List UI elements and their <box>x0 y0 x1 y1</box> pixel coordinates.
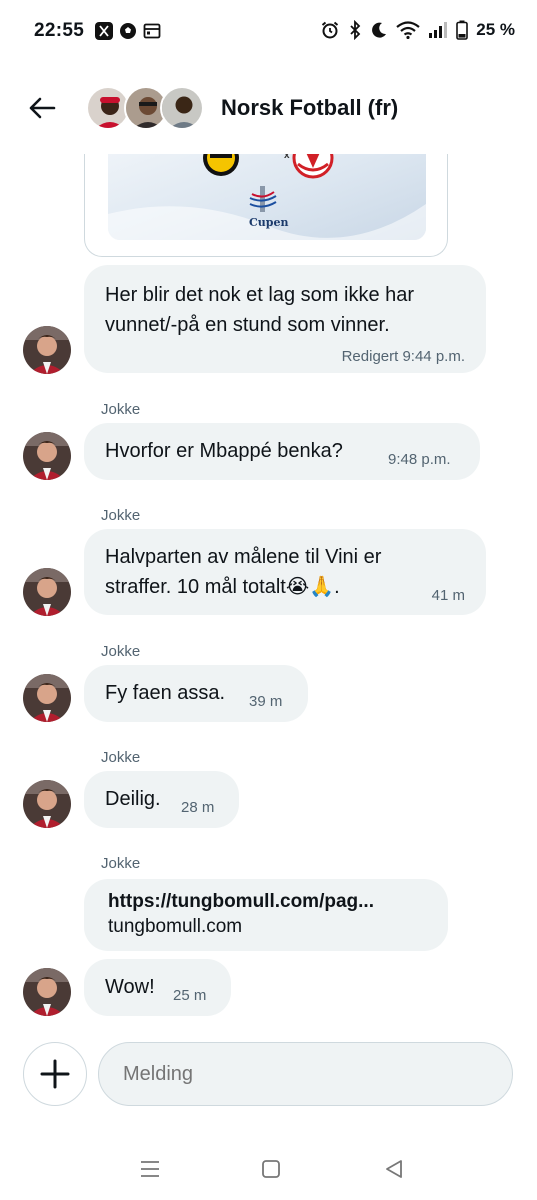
back-nav-button[interactable] <box>379 1154 409 1184</box>
arrow-left-icon <box>29 97 56 119</box>
cupen-trophy-icon <box>249 186 277 212</box>
battery-icon <box>456 20 469 40</box>
sender-avatar[interactable] <box>23 568 71 616</box>
back-button[interactable] <box>22 88 62 128</box>
member-avatar <box>160 86 204 130</box>
message-text: Fy faen assa. <box>105 682 226 704</box>
message-bubble[interactable]: Deilig. 28 m <box>84 771 239 828</box>
message-text: Deilig. <box>105 788 161 810</box>
versus-text: x <box>284 154 290 161</box>
card-image: x Cupen <box>108 154 426 240</box>
sender-avatar[interactable] <box>23 432 71 480</box>
sender-avatar[interactable] <box>23 780 71 828</box>
message-text: Halvparten av målene til Vini er straffe… <box>105 546 382 598</box>
message-bubble[interactable]: Her blir det nok et lag som ikke har vun… <box>84 265 486 373</box>
cupen-logo-text: Cupen <box>249 216 289 229</box>
sender-avatar[interactable] <box>23 326 71 374</box>
add-media-button[interactable] <box>23 1042 87 1106</box>
x-logo-icon <box>95 22 113 40</box>
message-text: Hvorfor er Mbappé benka? <box>105 440 343 462</box>
system-nav-bar <box>0 1140 537 1200</box>
sender-avatar[interactable] <box>23 674 71 722</box>
message-text: Wow! <box>105 976 155 998</box>
group-avatars[interactable] <box>86 86 204 132</box>
plus-icon <box>40 1059 70 1089</box>
link-preview-bubble[interactable]: https://tungbomull.com/pag... tungbomull… <box>84 879 448 951</box>
message-bubble[interactable]: Halvparten av målene til Vini er straffe… <box>84 529 486 615</box>
conversation-header: Norsk Fotball (fr) <box>0 62 537 154</box>
kfum-logo-icon <box>292 154 334 179</box>
calendar-icon <box>143 22 161 40</box>
status-bar: 22:55 25 % <box>0 0 537 62</box>
message-bubble[interactable]: Fy faen assa. 39 m <box>84 665 308 722</box>
message-time: Redigert 9:44 p.m. <box>341 348 465 365</box>
message-input[interactable] <box>98 1042 513 1106</box>
link-domain: tungbomull.com <box>108 916 243 937</box>
home-square-icon <box>262 1160 280 1178</box>
message-time: 41 m <box>431 587 465 604</box>
message-time: 9:48 p.m. <box>388 451 451 468</box>
status-time: 22:55 <box>34 20 85 41</box>
sender-name: Jokke <box>101 855 141 872</box>
bluetooth-icon <box>348 20 362 40</box>
message-bubble[interactable]: Hvorfor er Mbappé benka? 9:48 p.m. <box>84 423 480 480</box>
wifi-icon <box>396 21 420 39</box>
message-time: 39 m <box>249 693 283 710</box>
conversation-title[interactable]: Norsk Fotball (fr) <box>221 95 398 121</box>
sender-avatar[interactable] <box>23 968 71 1016</box>
moon-icon <box>370 21 388 39</box>
recent-apps-button[interactable] <box>135 1154 165 1184</box>
alarm-icon <box>320 20 340 40</box>
battery-percent: 25 % <box>476 20 515 39</box>
message-bubble[interactable]: Wow! 25 m <box>84 959 231 1016</box>
message-time: 28 m <box>181 799 215 816</box>
link-url[interactable]: https://tungbomull.com/pag... <box>108 889 428 914</box>
signal-icon <box>428 21 448 39</box>
menu-icon <box>141 1161 159 1177</box>
sender-name: Jokke <box>101 643 141 660</box>
shared-media-card[interactable]: x Cupen <box>84 154 448 257</box>
message-time: 25 m <box>173 987 207 1004</box>
message-text: Her blir det nok et lag som ikke har vun… <box>105 284 415 336</box>
football-icon <box>119 22 137 40</box>
sender-name: Jokke <box>101 749 141 766</box>
sender-name: Jokke <box>101 401 141 418</box>
triangle-back-icon <box>386 1160 402 1178</box>
bodo-glimt-logo-icon <box>203 154 239 176</box>
sender-name: Jokke <box>101 507 141 524</box>
home-button[interactable] <box>256 1154 286 1184</box>
